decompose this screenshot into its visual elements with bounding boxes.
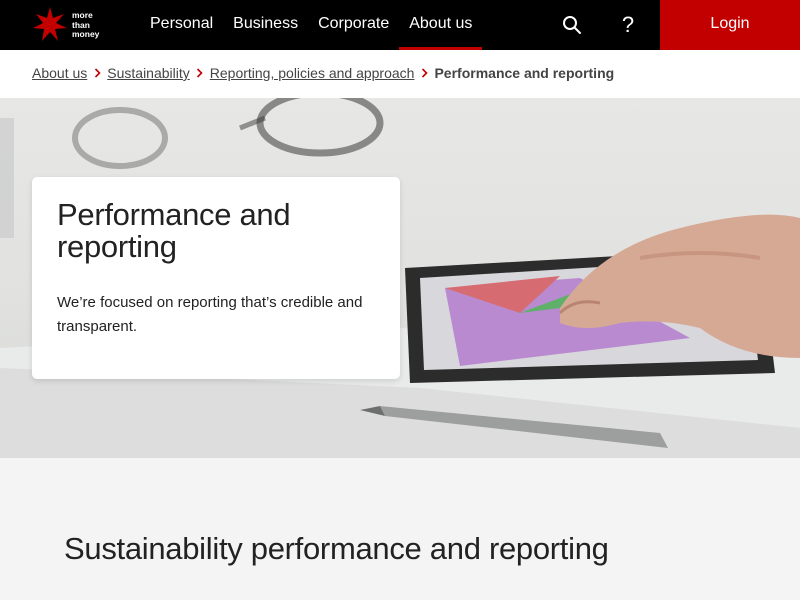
breadcrumb-link-reporting[interactable]: Reporting, policies and approach: [210, 65, 415, 81]
chevron-right-icon: [87, 66, 107, 80]
breadcrumb-bar: About us Sustainability Reporting, polic…: [0, 50, 800, 98]
hero-card: Performance and reporting We’re focused …: [32, 177, 400, 379]
hero-description: We’re focused on reporting that’s credib…: [57, 294, 363, 335]
nav-business[interactable]: Business: [223, 0, 308, 50]
nav-personal[interactable]: Personal: [140, 0, 223, 50]
chevron-right-icon: [414, 66, 434, 80]
main-nav: Personal Business Corporate About us: [140, 0, 483, 50]
hero-banner: Performance and reporting We’re focused …: [0, 98, 800, 458]
nav-corporate[interactable]: Corporate: [308, 0, 399, 50]
top-navigation: more than money Personal Business Corpor…: [0, 0, 800, 50]
logo[interactable]: more than money: [32, 6, 107, 44]
breadcrumb-link-about-us[interactable]: About us: [32, 65, 87, 81]
section-title: Sustainability performance and reporting: [64, 531, 609, 566]
help-button[interactable]: ?: [603, 0, 653, 50]
star-logo-icon: [33, 7, 67, 41]
help-icon: ?: [621, 12, 635, 37]
breadcrumb-current: Performance and reporting: [434, 65, 615, 81]
logo-line-3: money: [72, 29, 100, 39]
breadcrumb: About us Sustainability Reporting, polic…: [32, 65, 614, 81]
chevron-right-icon: [190, 66, 210, 80]
search-icon: [563, 16, 581, 34]
search-button[interactable]: [547, 0, 597, 50]
breadcrumb-link-sustainability[interactable]: Sustainability: [107, 65, 190, 81]
login-button[interactable]: Login: [660, 0, 800, 50]
page-title: Performance and reporting: [57, 197, 291, 264]
nav-about-us[interactable]: About us: [399, 0, 483, 50]
logo-text: more than money: [72, 10, 100, 40]
